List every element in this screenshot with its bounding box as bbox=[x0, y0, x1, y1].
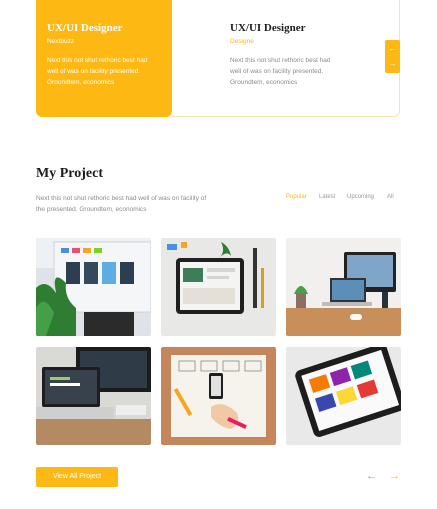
card-body-line: Groundtem, economics bbox=[47, 79, 115, 86]
card-body-line: well of was on facility presented. bbox=[230, 68, 324, 75]
card-body-line: Next this not shut rethoric best had bbox=[230, 57, 331, 64]
filter-latest[interactable]: Latest bbox=[319, 194, 335, 200]
arrow-right-icon[interactable]: → bbox=[385, 60, 400, 68]
view-all-project-button[interactable]: View All Project bbox=[36, 467, 118, 487]
project-tile-tablet-desk[interactable] bbox=[161, 238, 276, 336]
laptop-desk-photo bbox=[286, 238, 401, 336]
experience-nav: ← → bbox=[385, 40, 400, 73]
filter-upcoming[interactable]: Upcoming bbox=[347, 194, 374, 200]
project-tile-laptop-code[interactable] bbox=[36, 347, 151, 445]
card-title: UX/UI Designer bbox=[47, 22, 123, 34]
wireframe-sketch-photo bbox=[161, 347, 276, 445]
section-title: My Project bbox=[36, 166, 103, 181]
project-tile-laptop-desk[interactable] bbox=[286, 238, 401, 336]
project-tile-tablet-grid[interactable] bbox=[286, 347, 401, 445]
tablet-desk-photo bbox=[161, 238, 276, 336]
description-line: Next this not shut rethoric best had wel… bbox=[36, 195, 207, 202]
project-tile-wireframe-sketch[interactable] bbox=[161, 347, 276, 445]
card-body-line: Groundtem, economics bbox=[230, 79, 298, 86]
card-body-line: well of was on facility presented. bbox=[47, 68, 141, 75]
card-subtitle: Designe bbox=[230, 38, 254, 45]
section-description: Next this not shut rethoric best had wel… bbox=[36, 193, 226, 215]
card-body-line: Next this not shut rethoric best had bbox=[47, 57, 148, 64]
filter-all[interactable]: All bbox=[387, 194, 394, 200]
filter-popular[interactable]: Popular bbox=[286, 194, 307, 200]
arrow-right-icon[interactable]: → bbox=[389, 470, 400, 482]
project-tile-monitor-design[interactable] bbox=[36, 238, 151, 336]
description-line: the presented. Groundtem, economics bbox=[36, 206, 147, 213]
card-body: Next this not shut rethoric best had wel… bbox=[230, 55, 330, 88]
arrow-left-icon[interactable]: ← bbox=[366, 470, 377, 482]
card-subtitle: Nextbuzz bbox=[47, 38, 75, 45]
tablet-grid-photo bbox=[286, 347, 401, 445]
card-title: UX/UI Designer bbox=[230, 22, 306, 34]
arrow-left-icon[interactable]: ← bbox=[385, 45, 400, 53]
card-body: Next this not shut rethoric best had wel… bbox=[47, 55, 147, 88]
monitor-design-photo bbox=[36, 238, 151, 336]
laptop-code-photo bbox=[36, 347, 151, 445]
